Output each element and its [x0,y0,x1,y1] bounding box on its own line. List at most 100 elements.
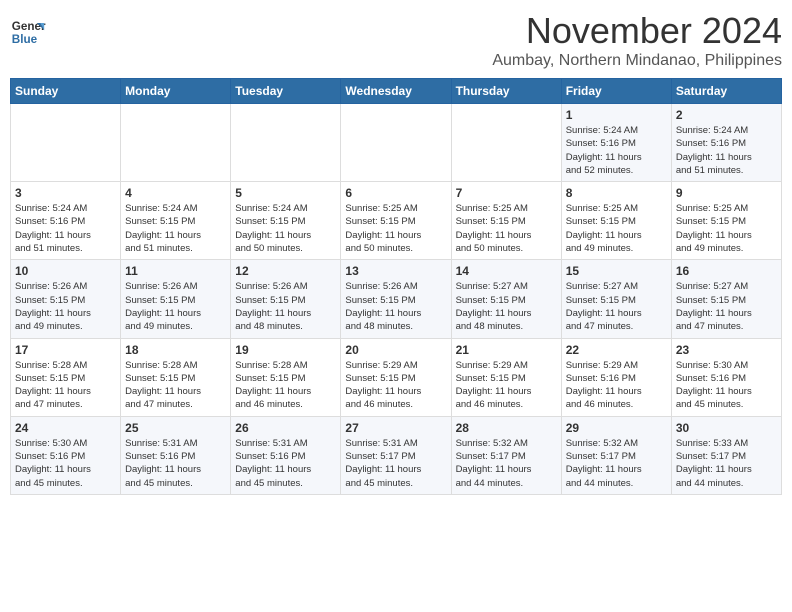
calendar-cell: 17 Sunrise: 5:28 AM Sunset: 5:15 PM Dayli… [11,338,121,416]
calendar-cell: 2 Sunrise: 5:24 AM Sunset: 5:16 PM Daylig… [671,104,781,182]
calendar-cell [231,104,341,182]
day-number: 27 [345,421,446,435]
day-number: 28 [456,421,557,435]
calendar-cell: 15Sunrise: 5:27 AM Sunset: 5:15 PM Dayli… [561,260,671,338]
calendar-cell [451,104,561,182]
day-info: Sunrise: 5:29 AM Sunset: 5:15 PM Dayligh… [345,359,446,412]
calendar-cell: 27 Sunrise: 5:31 AM Sunset: 5:17 PM Dayli… [341,416,451,494]
weekday-header-row: SundayMondayTuesdayWednesdayThursdayFrid… [11,79,782,104]
day-number: 8 [566,186,667,200]
calendar-cell: 8 Sunrise: 5:25 AM Sunset: 5:15 PM Daylig… [561,182,671,260]
calendar-cell: 25Sunrise: 5:31 AM Sunset: 5:16 PM Dayli… [121,416,231,494]
weekday-header-thursday: Thursday [451,79,561,104]
day-info: Sunrise: 5:33 AM Sunset: 5:17 PM Dayligh… [676,437,777,490]
day-number: 2 [676,108,777,122]
calendar-cell: 26Sunrise: 5:31 AM Sunset: 5:16 PM Dayli… [231,416,341,494]
calendar-week-row: 1 Sunrise: 5:24 AM Sunset: 5:16 PM Daylig… [11,104,782,182]
calendar-cell: 1 Sunrise: 5:24 AM Sunset: 5:16 PM Daylig… [561,104,671,182]
calendar-cell: 10Sunrise: 5:26 AM Sunset: 5:15 PM Dayli… [11,260,121,338]
calendar-cell: 30 Sunrise: 5:33 AM Sunset: 5:17 PM Dayli… [671,416,781,494]
weekday-header-sunday: Sunday [11,79,121,104]
day-number: 4 [125,186,226,200]
calendar-cell: 24 Sunrise: 5:30 AM Sunset: 5:16 PM Dayli… [11,416,121,494]
weekday-header-monday: Monday [121,79,231,104]
location-title: Aumbay, Northern Mindanao, Philippines [492,52,782,70]
day-number: 29 [566,421,667,435]
day-number: 11 [125,264,226,278]
calendar-week-row: 17 Sunrise: 5:28 AM Sunset: 5:15 PM Dayli… [11,338,782,416]
day-info: Sunrise: 5:26 AM Sunset: 5:15 PM Dayligh… [235,280,336,333]
day-number: 1 [566,108,667,122]
day-number: 24 [15,421,116,435]
day-number: 16 [676,264,777,278]
day-info: Sunrise: 5:26 AM Sunset: 5:15 PM Dayligh… [15,280,116,333]
day-info: Sunrise: 5:28 AM Sunset: 5:15 PM Dayligh… [235,359,336,412]
logo: General Blue [10,14,46,50]
calendar-cell: 4 Sunrise: 5:24 AM Sunset: 5:15 PM Daylig… [121,182,231,260]
day-number: 21 [456,343,557,357]
month-title: November 2024 [492,10,782,52]
day-info: Sunrise: 5:24 AM Sunset: 5:15 PM Dayligh… [125,202,226,255]
weekday-header-friday: Friday [561,79,671,104]
day-number: 15 [566,264,667,278]
day-number: 19 [235,343,336,357]
day-info: Sunrise: 5:28 AM Sunset: 5:15 PM Dayligh… [125,359,226,412]
calendar-cell: 20 Sunrise: 5:29 AM Sunset: 5:15 PM Dayli… [341,338,451,416]
day-number: 20 [345,343,446,357]
calendar-week-row: 3Sunrise: 5:24 AM Sunset: 5:16 PM Daylig… [11,182,782,260]
day-info: Sunrise: 5:25 AM Sunset: 5:15 PM Dayligh… [345,202,446,255]
day-number: 13 [345,264,446,278]
day-number: 25 [125,421,226,435]
weekday-header-wednesday: Wednesday [341,79,451,104]
day-info: Sunrise: 5:24 AM Sunset: 5:16 PM Dayligh… [676,124,777,177]
weekday-header-tuesday: Tuesday [231,79,341,104]
day-info: Sunrise: 5:30 AM Sunset: 5:16 PM Dayligh… [676,359,777,412]
day-number: 9 [676,186,777,200]
calendar-cell [341,104,451,182]
calendar-cell: 12 Sunrise: 5:26 AM Sunset: 5:15 PM Dayli… [231,260,341,338]
calendar-cell: 9Sunrise: 5:25 AM Sunset: 5:15 PM Daylig… [671,182,781,260]
day-info: Sunrise: 5:31 AM Sunset: 5:17 PM Dayligh… [345,437,446,490]
day-number: 30 [676,421,777,435]
calendar-cell: 6 Sunrise: 5:25 AM Sunset: 5:15 PM Daylig… [341,182,451,260]
day-info: Sunrise: 5:24 AM Sunset: 5:16 PM Dayligh… [566,124,667,177]
day-info: Sunrise: 5:32 AM Sunset: 5:17 PM Dayligh… [456,437,557,490]
day-info: Sunrise: 5:29 AM Sunset: 5:16 PM Dayligh… [566,359,667,412]
calendar-cell [11,104,121,182]
calendar-cell: 19 Sunrise: 5:28 AM Sunset: 5:15 PM Dayli… [231,338,341,416]
day-info: Sunrise: 5:30 AM Sunset: 5:16 PM Dayligh… [15,437,116,490]
day-number: 3 [15,186,116,200]
day-number: 14 [456,264,557,278]
calendar-cell: 22Sunrise: 5:29 AM Sunset: 5:16 PM Dayli… [561,338,671,416]
calendar-cell: 16 Sunrise: 5:27 AM Sunset: 5:15 PM Dayli… [671,260,781,338]
day-info: Sunrise: 5:27 AM Sunset: 5:15 PM Dayligh… [456,280,557,333]
day-info: Sunrise: 5:26 AM Sunset: 5:15 PM Dayligh… [125,280,226,333]
day-info: Sunrise: 5:25 AM Sunset: 5:15 PM Dayligh… [566,202,667,255]
calendar-cell: 3Sunrise: 5:24 AM Sunset: 5:16 PM Daylig… [11,182,121,260]
calendar-cell [121,104,231,182]
calendar-cell: 18 Sunrise: 5:28 AM Sunset: 5:15 PM Dayli… [121,338,231,416]
day-info: Sunrise: 5:26 AM Sunset: 5:15 PM Dayligh… [345,280,446,333]
day-number: 12 [235,264,336,278]
day-info: Sunrise: 5:25 AM Sunset: 5:15 PM Dayligh… [456,202,557,255]
svg-text:Blue: Blue [12,33,38,46]
calendar-cell: 28 Sunrise: 5:32 AM Sunset: 5:17 PM Dayli… [451,416,561,494]
calendar-week-row: 10Sunrise: 5:26 AM Sunset: 5:15 PM Dayli… [11,260,782,338]
page-header: General Blue November 2024 Aumbay, North… [10,10,782,70]
calendar-cell: 21Sunrise: 5:29 AM Sunset: 5:15 PM Dayli… [451,338,561,416]
calendar-cell: 5Sunrise: 5:24 AM Sunset: 5:15 PM Daylig… [231,182,341,260]
day-number: 7 [456,186,557,200]
day-number: 5 [235,186,336,200]
day-number: 17 [15,343,116,357]
day-number: 26 [235,421,336,435]
calendar-week-row: 24 Sunrise: 5:30 AM Sunset: 5:16 PM Dayli… [11,416,782,494]
calendar-cell: 13 Sunrise: 5:26 AM Sunset: 5:15 PM Dayli… [341,260,451,338]
title-block: November 2024 Aumbay, Northern Mindanao,… [492,10,782,70]
day-number: 6 [345,186,446,200]
day-info: Sunrise: 5:28 AM Sunset: 5:15 PM Dayligh… [15,359,116,412]
day-number: 23 [676,343,777,357]
day-info: Sunrise: 5:32 AM Sunset: 5:17 PM Dayligh… [566,437,667,490]
day-info: Sunrise: 5:27 AM Sunset: 5:15 PM Dayligh… [676,280,777,333]
day-number: 18 [125,343,226,357]
logo-icon: General Blue [10,14,46,50]
